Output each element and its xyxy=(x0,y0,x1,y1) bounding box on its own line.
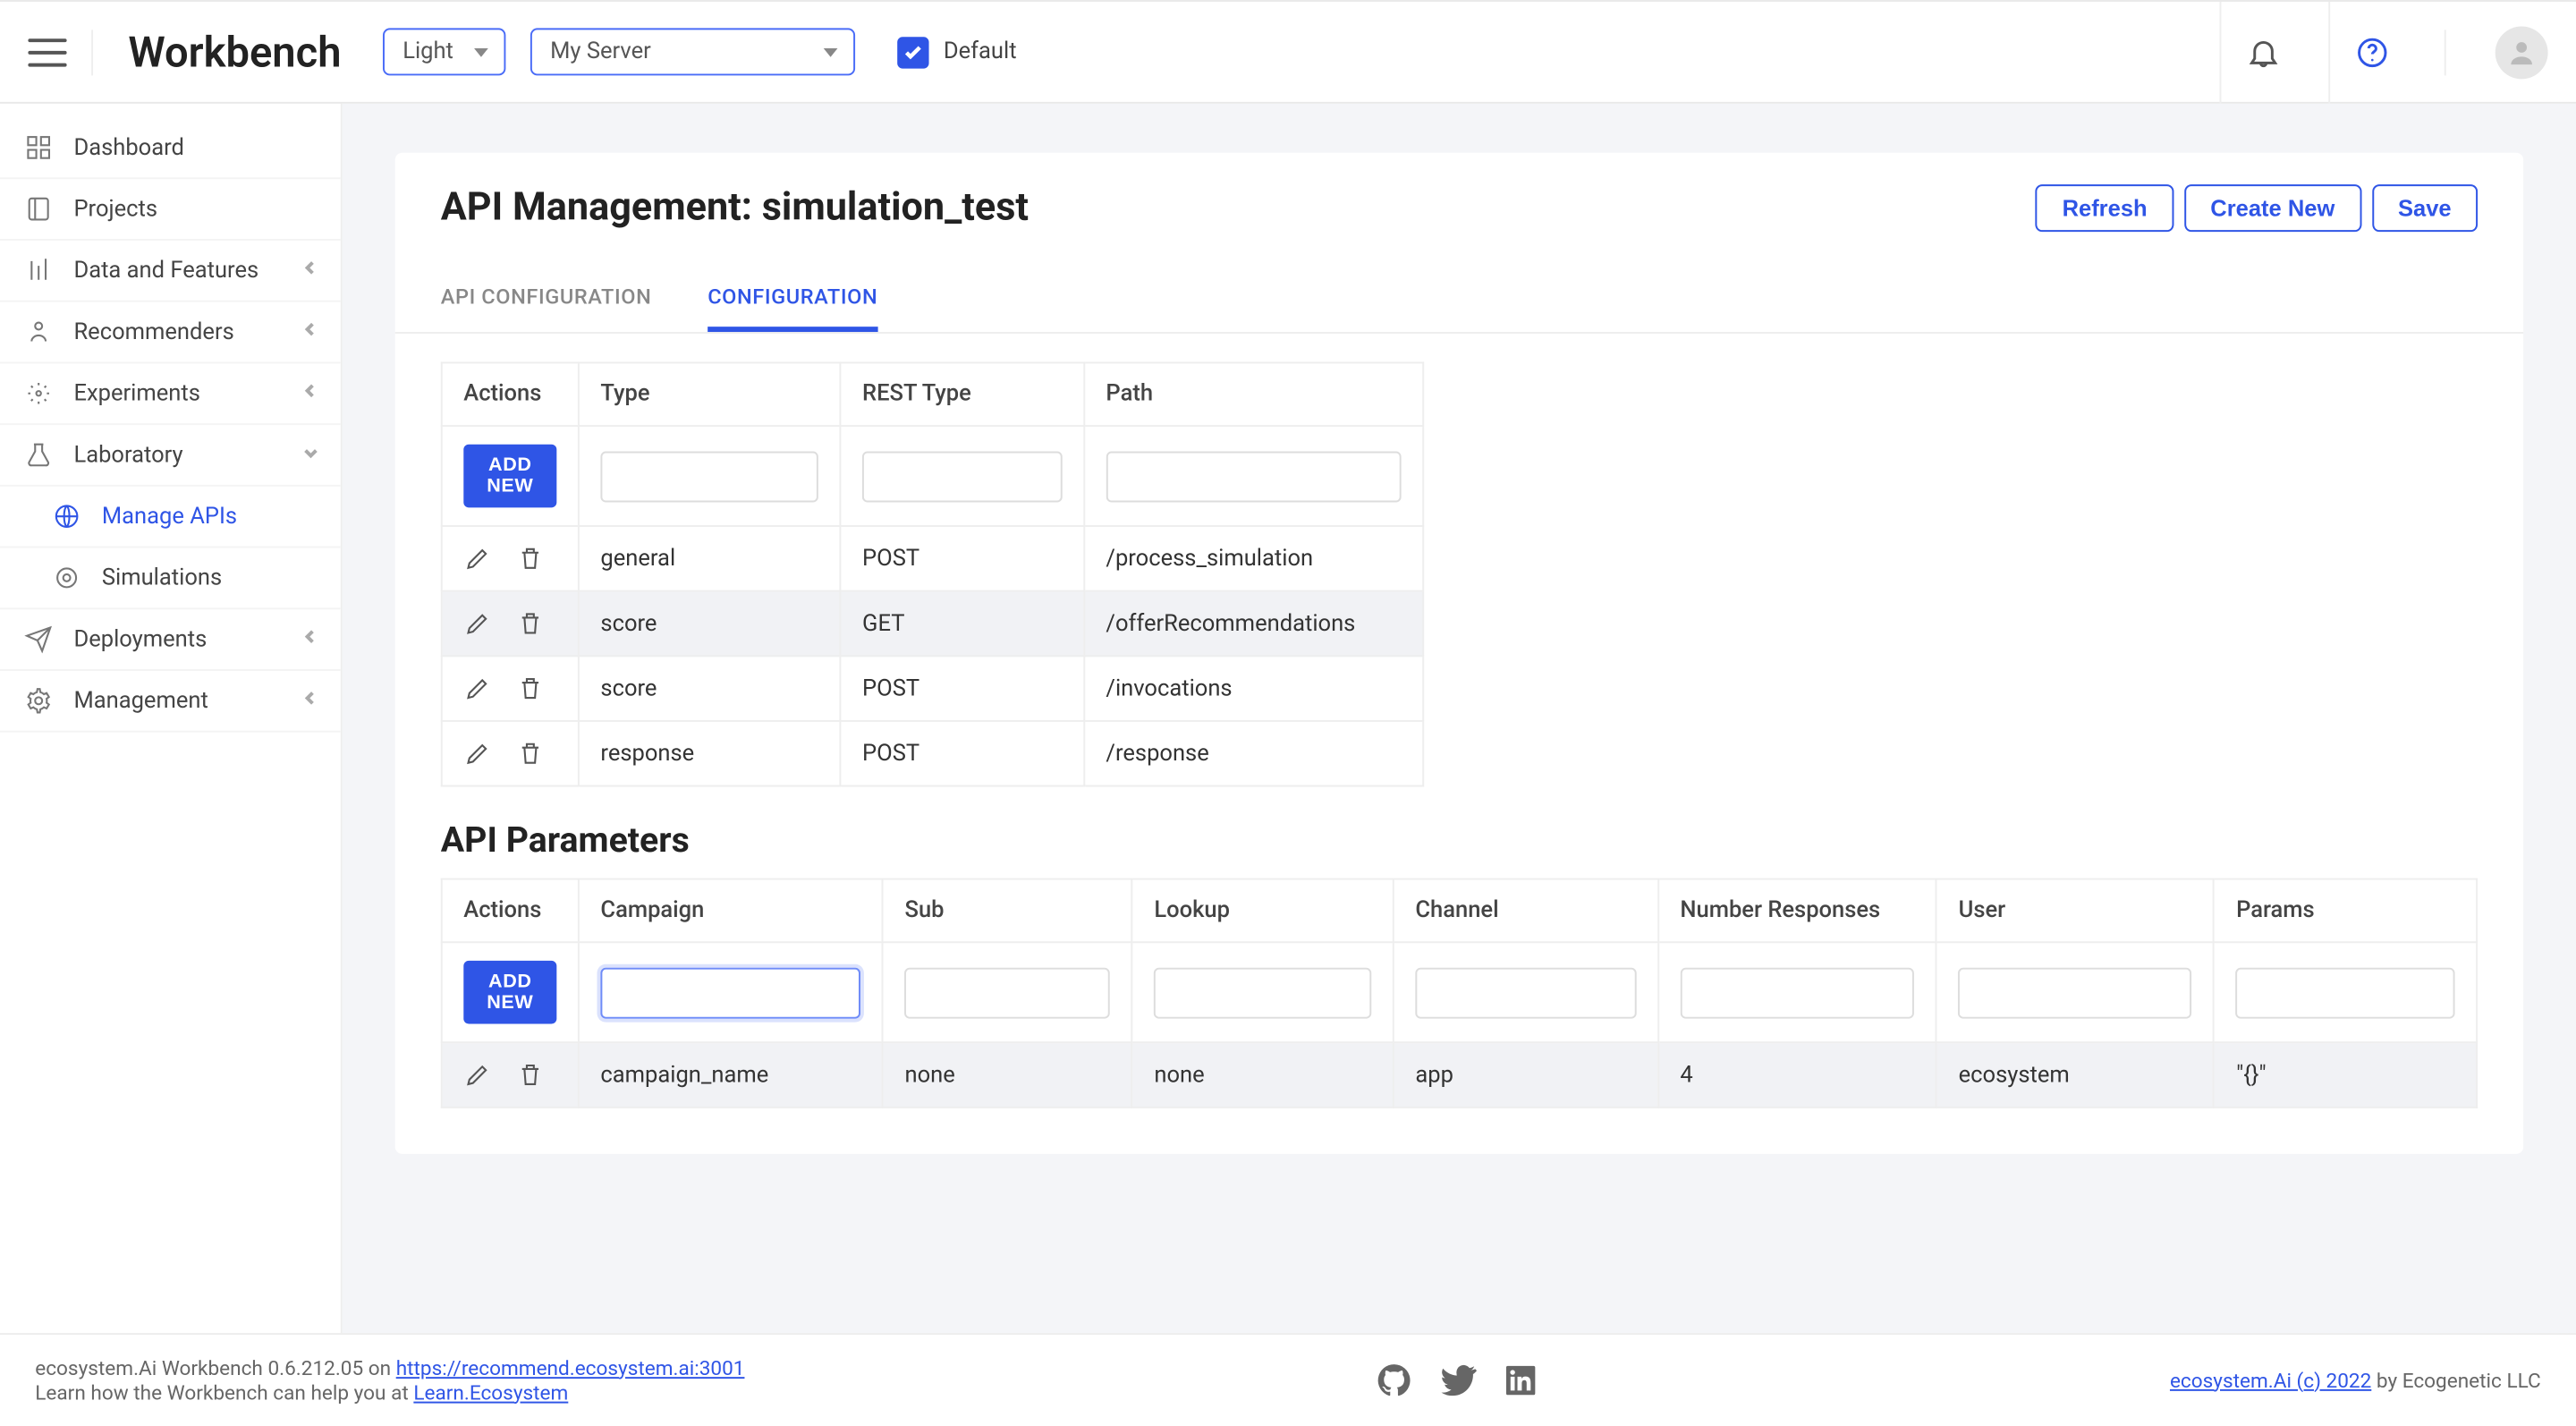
table-row[interactable]: response POST /response xyxy=(442,721,1423,786)
edit-icon[interactable] xyxy=(463,609,491,637)
sidebar-item-label: Deployments xyxy=(73,626,207,652)
th-actions: Actions xyxy=(442,362,579,426)
trash-icon[interactable] xyxy=(516,609,544,637)
brand: Workbench xyxy=(128,27,341,76)
sidebar-item-label: Data and Features xyxy=(73,258,258,284)
param-channel-input[interactable] xyxy=(1415,967,1636,1018)
chevron-left-icon xyxy=(302,688,320,714)
th-path: Path xyxy=(1084,362,1423,426)
content: API Management: simulation_test Refresh … xyxy=(343,104,2576,1333)
tab-api-configuration[interactable]: API CONFIGURATION xyxy=(441,267,652,332)
th-rest: REST Type xyxy=(841,362,1084,426)
sidebar-item-laboratory[interactable]: Laboratory xyxy=(0,425,341,487)
footer-link-host[interactable]: https://recommend.ecosystem.ai:3001 xyxy=(396,1355,745,1379)
params-table: Actions Campaign Sub Lookup Channel Numb… xyxy=(441,879,2478,1108)
sidebar-item-simulations[interactable]: Simulations xyxy=(0,548,341,610)
config-type-input[interactable] xyxy=(600,451,818,502)
sidebar-item-dashboard[interactable]: Dashboard xyxy=(0,118,341,180)
sidebar-item-manage-apis[interactable]: Manage APIs xyxy=(0,487,341,548)
chevron-left-icon xyxy=(302,318,320,344)
footer-link-eco[interactable]: ecosystem.Ai (c) 2022 xyxy=(2170,1367,2371,1391)
sidebar-item-data[interactable]: Data and Features xyxy=(0,241,341,302)
sidebar: Dashboard Projects Data and Features Rec… xyxy=(0,104,343,1333)
th-type: Type xyxy=(579,362,841,426)
config-path-input[interactable] xyxy=(1106,451,1401,502)
sidebar-item-deployments[interactable]: Deployments xyxy=(0,609,341,671)
trash-icon[interactable] xyxy=(516,1061,544,1089)
default-label: Default xyxy=(944,38,1017,64)
help-icon[interactable] xyxy=(2328,1,2412,103)
chevron-left-icon xyxy=(302,626,320,652)
trash-icon[interactable] xyxy=(516,740,544,768)
param-params-input[interactable] xyxy=(2236,967,2454,1018)
param-user-input[interactable] xyxy=(1959,967,2192,1018)
config-rest-input[interactable] xyxy=(862,451,1062,502)
param-sub-input[interactable] xyxy=(905,967,1111,1018)
menu-icon[interactable] xyxy=(28,38,66,65)
sidebar-item-label: Experiments xyxy=(73,380,199,406)
table-row[interactable]: campaign_name none none app 4 ecosystem … xyxy=(442,1042,2477,1108)
sidebar-item-label: Simulations xyxy=(102,564,222,590)
page-title: API Management: simulation_test xyxy=(441,186,1029,230)
github-icon[interactable] xyxy=(1375,1360,1413,1398)
config-table: Actions Type REST Type Path ADD NEW xyxy=(441,361,1424,786)
bell-icon[interactable] xyxy=(2219,1,2303,103)
sidebar-item-label: Manage APIs xyxy=(102,503,237,529)
avatar[interactable] xyxy=(2496,25,2548,78)
chevron-left-icon xyxy=(302,380,320,406)
add-new-config-button[interactable]: ADD NEW xyxy=(463,445,556,508)
table-row[interactable]: score GET /offerRecommendations xyxy=(442,591,1423,657)
table-row[interactable]: score POST /invocations xyxy=(442,656,1423,721)
param-campaign-input[interactable] xyxy=(600,967,860,1018)
default-checkbox[interactable] xyxy=(898,36,929,67)
trash-icon[interactable] xyxy=(516,675,544,702)
add-new-param-button[interactable]: ADD NEW xyxy=(463,961,556,1024)
theme-select[interactable]: Light xyxy=(384,28,506,75)
save-button[interactable]: Save xyxy=(2372,184,2479,232)
edit-icon[interactable] xyxy=(463,1061,491,1089)
linkedin-icon[interactable] xyxy=(1501,1360,1539,1398)
tab-configuration[interactable]: CONFIGURATION xyxy=(708,267,877,332)
sidebar-item-label: Dashboard xyxy=(73,134,183,160)
sidebar-item-label: Projects xyxy=(73,196,157,222)
sidebar-item-recommenders[interactable]: Recommenders xyxy=(0,302,341,364)
header: Workbench Light My Server Default xyxy=(0,2,2576,104)
chevron-down-icon xyxy=(302,442,320,468)
trash-icon[interactable] xyxy=(516,545,544,573)
sidebar-item-label: Recommenders xyxy=(73,318,233,344)
sidebar-item-projects[interactable]: Projects xyxy=(0,179,341,241)
edit-icon[interactable] xyxy=(463,740,491,768)
create-new-button[interactable]: Create New xyxy=(2184,184,2361,232)
sidebar-item-experiments[interactable]: Experiments xyxy=(0,363,341,425)
chevron-left-icon xyxy=(302,258,320,284)
footer: ecosystem.Ai Workbench 0.6.212.05 on htt… xyxy=(0,1333,2576,1424)
param-num-input[interactable] xyxy=(1680,967,1914,1018)
server-select[interactable]: My Server xyxy=(531,28,856,75)
table-row[interactable]: general POST /process_simulation xyxy=(442,526,1423,591)
footer-link-learn[interactable]: Learn.Ecosystem xyxy=(413,1379,568,1404)
twitter-icon[interactable] xyxy=(1438,1360,1477,1398)
params-title: API Parameters xyxy=(441,819,2478,861)
edit-icon[interactable] xyxy=(463,675,491,702)
refresh-button[interactable]: Refresh xyxy=(2036,184,2174,232)
sidebar-item-management[interactable]: Management xyxy=(0,671,341,733)
sidebar-item-label: Laboratory xyxy=(73,442,182,468)
param-lookup-input[interactable] xyxy=(1154,967,1371,1018)
edit-icon[interactable] xyxy=(463,545,491,573)
sidebar-item-label: Management xyxy=(73,688,208,714)
